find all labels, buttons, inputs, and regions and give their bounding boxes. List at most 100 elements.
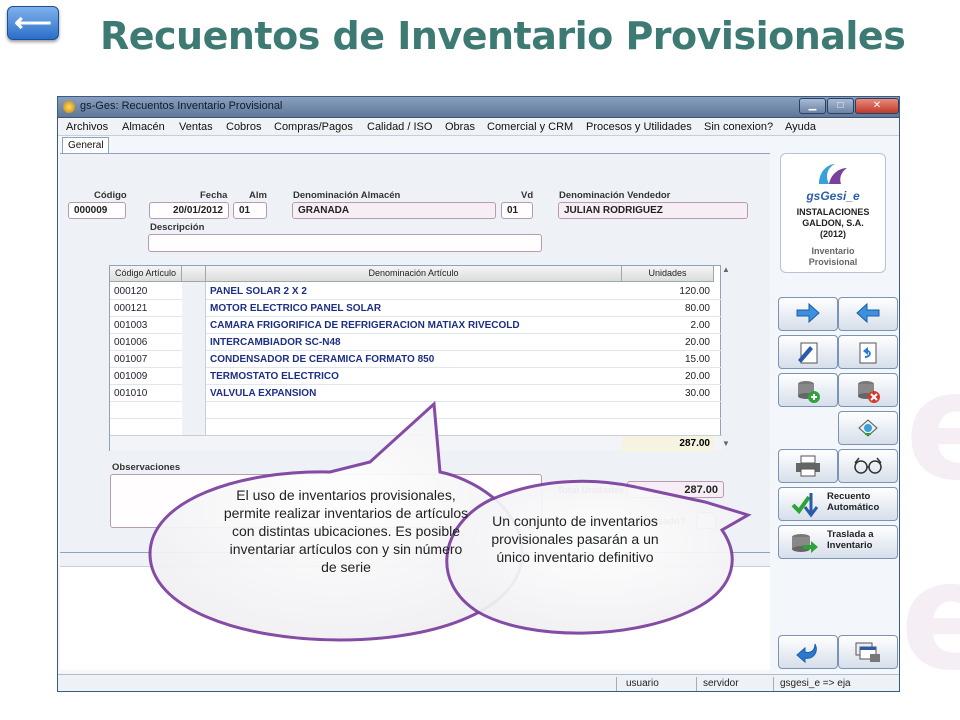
cell-code: 001010	[114, 388, 148, 399]
database-add-icon	[798, 381, 820, 403]
slide-title: Recuentos de Inventario Provisionales	[100, 14, 906, 58]
cell-name: TERMOSTATO ELECTRICO	[210, 371, 339, 382]
descripcion-field[interactable]	[148, 234, 542, 252]
alm-field[interactable]: 01	[233, 202, 267, 219]
descripcion-label: Descripción	[150, 222, 205, 233]
window-titlebar: gs-Ges: Recuentos Inventario Provisional…	[58, 97, 899, 118]
minimize-button[interactable]: ▁	[799, 98, 826, 114]
watermark-letter: e	[905, 340, 960, 514]
cell-code: 001006	[114, 337, 148, 348]
cell-units: 120.00	[679, 286, 710, 297]
menu-obras[interactable]: Obras	[445, 121, 475, 133]
cell-code: 001003	[114, 320, 148, 331]
return-button[interactable]	[778, 635, 838, 669]
cell-units: 80.00	[684, 303, 710, 314]
den-almacen-label: Denominación Almacén	[293, 190, 401, 201]
table-footer: 287.00	[110, 435, 722, 452]
cell-code: 001007	[114, 354, 148, 365]
status-servidor: servidor	[703, 678, 739, 689]
status-session: gsgesi_e => eja	[780, 678, 851, 689]
total-unidades-label: Total Unidades	[557, 485, 625, 496]
status-usuario: usuario	[626, 678, 659, 689]
close-button[interactable]: ✕	[855, 98, 899, 114]
fecha-label: Fecha	[200, 190, 228, 201]
menu-comercial-crm[interactable]: Comercial y CRM	[487, 121, 573, 133]
traslada-inventario-button[interactable]: Traslada a Inventario	[778, 525, 898, 559]
menu-compras-pagos[interactable]: Compras/Pagos	[274, 121, 353, 133]
scroll-down-icon[interactable]: ▼	[721, 439, 731, 451]
tab-general[interactable]: General	[62, 137, 109, 153]
status-separator	[616, 677, 617, 691]
cell-name: INTERCAMBIADOR SC-N48	[210, 337, 341, 348]
printer-icon	[796, 455, 820, 477]
previous-button[interactable]	[838, 297, 898, 331]
scroll-up-icon[interactable]: ▲	[721, 265, 731, 277]
cell-code: 000120	[114, 286, 148, 297]
gsgesi-logo-icon	[819, 164, 847, 184]
menu-bar: Archivos Almacén Ventas Cobros Compras/P…	[58, 119, 899, 136]
menu-almacen[interactable]: Almacén	[122, 121, 165, 133]
cell-code: 001009	[114, 371, 148, 382]
cell-name: CAMARA FRIGORIFICA DE REFRIGERACION MATI…	[210, 320, 520, 331]
windows-stack-icon	[855, 642, 880, 662]
vd-field[interactable]: 01	[501, 202, 533, 219]
items-table: Código Artículo Denominación Artículo Un…	[109, 265, 722, 452]
left-arrow-icon	[856, 302, 880, 324]
fecha-field[interactable]: 20/01/2012	[149, 202, 229, 219]
glasses-icon	[854, 457, 882, 474]
left-arrow-icon: ⟵	[14, 7, 52, 37]
next-button[interactable]	[778, 297, 838, 331]
den-vendedor-field[interactable]: JULIAN RODRIGUEZ	[558, 202, 748, 219]
window-title: gs-Ges: Recuentos Inventario Provisional	[80, 100, 283, 112]
company-name: INSTALACIONES GALDON, S.A. (2012)	[796, 207, 870, 239]
view-button[interactable]	[838, 411, 898, 445]
back-button[interactable]: ⟵	[7, 6, 59, 40]
menu-cobros[interactable]: Cobros	[226, 121, 261, 133]
watermark-letter: e	[900, 530, 960, 704]
delete-record-button[interactable]	[838, 373, 898, 407]
status-separator	[696, 677, 697, 691]
observaciones-label: Observaciones	[112, 462, 181, 473]
traslada-inventario-label: Traslada a Inventario	[827, 529, 874, 551]
maximize-button[interactable]: □	[827, 98, 854, 114]
column-header-blank[interactable]	[182, 266, 206, 282]
menu-calidad-iso[interactable]: Calidad / ISO	[367, 121, 432, 133]
row-selector-column	[182, 282, 206, 435]
left-callout-text: El uso de inventarios provisionales, per…	[223, 487, 469, 575]
undo-document-button[interactable]	[838, 335, 898, 369]
menu-procesos[interactable]: Procesos y Utilidades	[586, 121, 692, 133]
column-header-denominacion[interactable]: Denominación Artículo	[206, 266, 622, 282]
add-record-button[interactable]	[778, 373, 838, 407]
edit-button[interactable]	[778, 335, 838, 369]
menu-archivos[interactable]: Archivos	[66, 121, 108, 133]
recuento-automatico-label: Recuento Automático	[827, 491, 880, 513]
column-header-codigo[interactable]: Código Artículo	[110, 266, 182, 282]
database-transfer-icon	[792, 534, 818, 553]
edit-document-icon	[798, 342, 818, 364]
cell-name: MOTOR ELECTRICO PANEL SOLAR	[210, 303, 382, 314]
status-separator	[773, 677, 774, 691]
cell-units: 2.00	[690, 320, 710, 331]
cell-units: 20.00	[684, 337, 710, 348]
menu-sin-conexion[interactable]: Sin conexion?	[704, 121, 773, 133]
right-arrow-icon	[796, 302, 820, 324]
traspasado-checkbox[interactable]	[696, 512, 716, 529]
database-delete-icon	[858, 381, 880, 403]
document-undo-icon	[859, 342, 877, 364]
menu-ayuda[interactable]: Ayuda	[785, 121, 816, 133]
column-header-unidades[interactable]: Unidades	[622, 266, 714, 282]
recuento-automatico-button[interactable]: Recuento Automático	[778, 487, 898, 521]
windows-button[interactable]	[838, 635, 898, 669]
module-name: Inventario Provisional	[808, 246, 858, 267]
codigo-field[interactable]: 000009	[68, 202, 126, 219]
cell-name: VALVULA EXPANSION	[210, 388, 317, 399]
alm-label: Alm	[249, 190, 267, 201]
app-window: gs-Ges: Recuentos Inventario Provisional…	[57, 96, 900, 692]
status-bar: usuario servidor gsgesi_e => eja	[58, 674, 899, 691]
print-button[interactable]	[778, 449, 838, 483]
preview-button[interactable]	[838, 449, 898, 483]
menu-ventas[interactable]: Ventas	[179, 121, 213, 133]
auto-count-icon	[791, 493, 819, 518]
cell-units: 20.00	[684, 371, 710, 382]
den-almacen-field[interactable]: GRANADA	[292, 202, 496, 219]
